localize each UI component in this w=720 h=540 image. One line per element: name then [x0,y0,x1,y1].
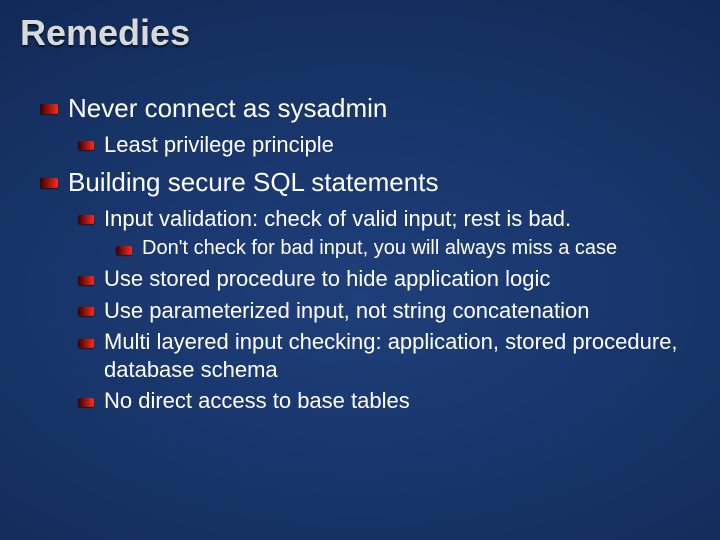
list-item: Multi layered input checking: applicatio… [78,328,680,383]
bullet-icon [40,178,58,188]
bullet-icon [116,246,132,255]
bullet-icon [40,104,58,114]
list-item-text: Least privilege principle [104,131,680,159]
bullet-icon [78,276,94,285]
list-item-text: No direct access to base tables [104,387,680,415]
list-item-text: Never connect as sysadmin [68,92,680,125]
list-item-text: Input validation: check of valid input; … [104,205,680,233]
bullet-icon [78,339,94,348]
slide-body: Never connect as sysadmin Least privileg… [0,60,720,415]
list-item: Input validation: check of valid input; … [78,205,680,233]
list-item: Never connect as sysadmin [40,92,680,125]
list-item-text: Building secure SQL statements [68,166,680,199]
bullet-icon [78,215,94,224]
list-item-text: Use stored procedure to hide application… [104,265,680,293]
list-item: Don't check for bad input, you will alwa… [116,236,680,261]
list-item: Least privilege principle [78,131,680,159]
list-item: Use parameterized input, not string conc… [78,297,680,325]
slide-title: Remedies [0,0,720,60]
list-item: Use stored procedure to hide application… [78,265,680,293]
bullet-icon [78,141,94,150]
list-item-text: Multi layered input checking: applicatio… [104,328,680,383]
list-item: No direct access to base tables [78,387,680,415]
bullet-icon [78,398,94,407]
list-item: Building secure SQL statements [40,166,680,199]
slide: Remedies Never connect as sysadmin Least… [0,0,720,540]
bullet-icon [78,307,94,316]
list-item-text: Don't check for bad input, you will alwa… [142,236,680,261]
list-item-text: Use parameterized input, not string conc… [104,297,680,325]
